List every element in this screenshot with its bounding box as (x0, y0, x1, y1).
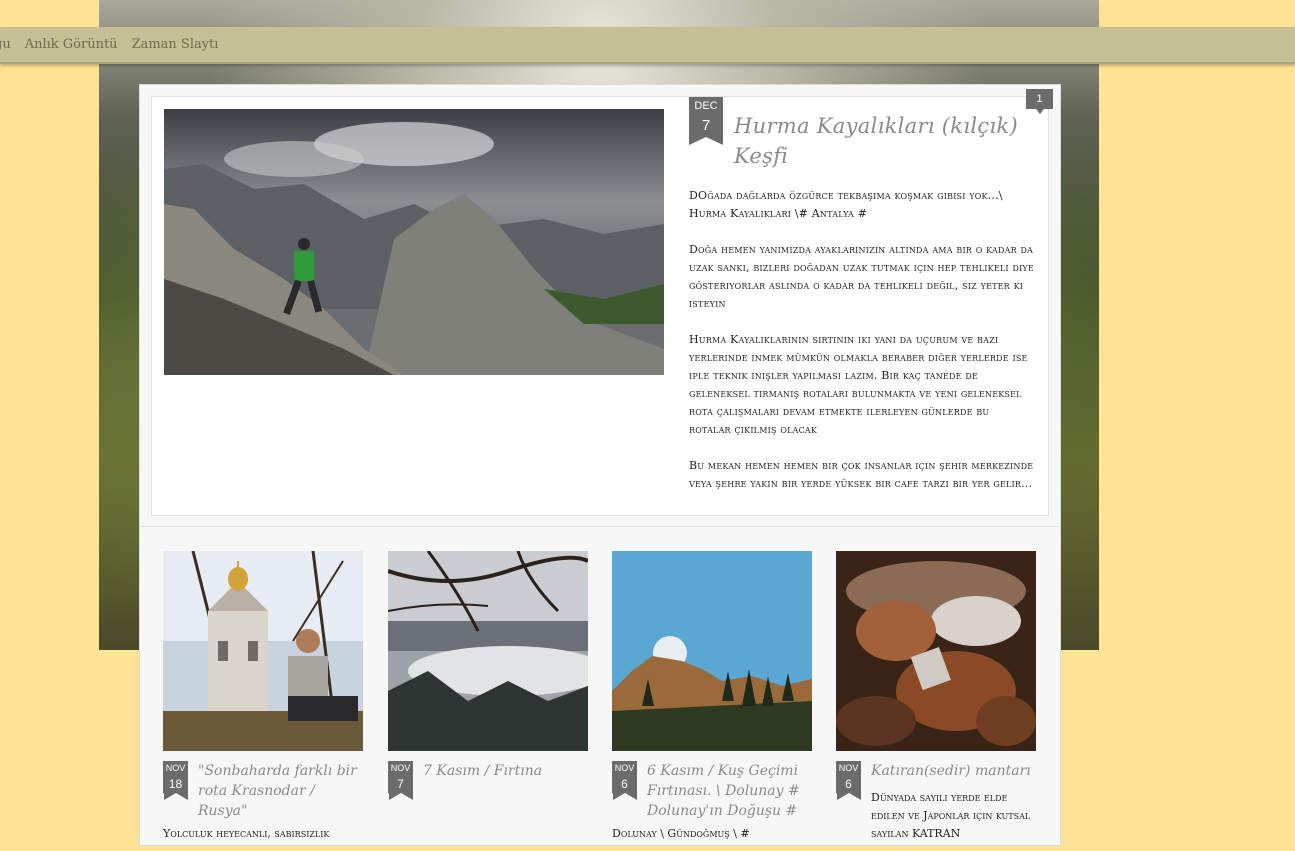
post-card-image[interactable] (836, 551, 1036, 751)
post-date-badge: NOV 18 (163, 761, 188, 800)
featured-post-image[interactable] (164, 109, 664, 375)
ribbon-tail-icon (163, 793, 188, 800)
date-month: NOV (836, 761, 861, 775)
date-day: 7 (689, 115, 723, 137)
post-card: NOV 6 Katıran(sedir) mantarı Dünyada say… (836, 551, 1036, 851)
post-card: NOV 18 "Sonbaharda farklı bir rota Krasn… (163, 551, 363, 851)
post-card-image[interactable] (163, 551, 363, 751)
post-card-excerpt: Dolunay \ Gündoğmuş \ # (612, 827, 750, 840)
section-divider (140, 526, 1060, 527)
post-card-image[interactable] (388, 551, 588, 751)
post-card-title[interactable]: "Sonbaharda farklı bir rota Krasnodar / … (198, 761, 366, 821)
post-card: NOV 6 6 Kasım / Kuş Geçimi Fırtınası. \ … (612, 551, 812, 851)
date-day: 6 (836, 775, 861, 793)
post-card: NOV 7 7 Kasım / Fırtına (388, 551, 588, 851)
date-month: NOV (612, 761, 637, 775)
post-date-badge: NOV 6 (612, 761, 637, 800)
excerpt-paragraph: Bu mekan hemen hemen bir çok insanlar iç… (689, 459, 1034, 490)
nav-item-snapshot[interactable]: Anlık Görüntü (25, 37, 118, 52)
post-date-badge: NOV 6 (836, 761, 861, 800)
ribbon-tail-icon (612, 793, 637, 800)
date-month: DEC (689, 97, 723, 115)
featured-post-title[interactable]: Hurma Kayalıkları (kılçık) Keşfi (734, 111, 1034, 171)
post-date-badge: NOV 7 (388, 761, 413, 800)
ribbon-tail-icon (388, 793, 413, 800)
ribbon-tail-icon (689, 137, 723, 145)
date-day: 6 (612, 775, 637, 793)
date-month: NOV (163, 761, 188, 775)
nav-item-slideshow[interactable]: Zaman Slaytı (132, 37, 219, 52)
ribbon-tail-icon (836, 793, 861, 800)
date-month: NOV (388, 761, 413, 775)
excerpt-paragraph: Doğa hemen yanımızda ayaklarınızın altın… (689, 243, 1034, 310)
date-day: 7 (388, 775, 413, 793)
post-card-title[interactable]: Katıran(sedir) mantarı (871, 761, 1039, 781)
excerpt-paragraph: DOğada dağlarda özgürce tekbaşıma koşmak… (689, 189, 1003, 220)
post-card-excerpt: Yolculuk heyecanlı, sabırsızlık (163, 827, 330, 840)
date-day: 18 (163, 775, 188, 793)
comment-count-badge[interactable]: 1 (1026, 89, 1053, 114)
post-card-title[interactable]: 7 Kasım / Fırtına (423, 761, 591, 781)
featured-post: DEC 7 Hurma Kayalıkları (kılçık) Keşfi D… (151, 96, 1049, 516)
post-card-title[interactable]: 6 Kasım / Kuş Geçimi Fırtınası. \ Doluna… (647, 761, 815, 821)
featured-post-excerpt: DOğada dağlarda özgürce tekbaşıma koşmak… (689, 187, 1034, 511)
post-card-excerpt: Dünyada sayılı yerde elde edilen ve Japo… (871, 791, 1031, 840)
nav-item-partial[interactable]: ğu (0, 37, 11, 52)
top-navigation-bar: ğu Anlık Görüntü Zaman Slaytı (0, 27, 1295, 64)
main-content-panel: DEC 7 Hurma Kayalıkları (kılçık) Keşfi D… (139, 84, 1061, 846)
excerpt-paragraph: Hurma Kayalıklarının sırtının iki yanı d… (689, 333, 1028, 436)
featured-date-badge: DEC 7 (689, 97, 723, 145)
post-card-image[interactable] (612, 551, 812, 751)
